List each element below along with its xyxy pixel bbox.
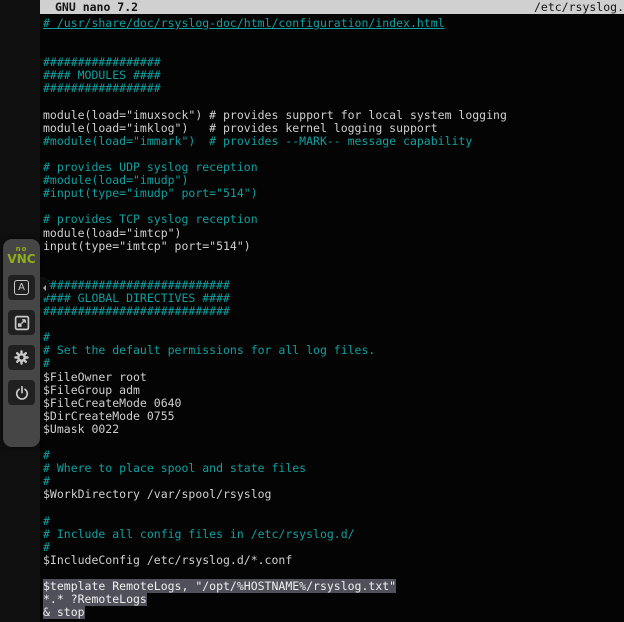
- editor-line: $Umask 0022: [43, 423, 624, 436]
- editor-line: input(type="imtcp" port="514"): [43, 240, 624, 253]
- editor-line: [43, 253, 624, 266]
- novnc-logo: no VNC: [7, 246, 35, 265]
- editor-line: & stop: [43, 606, 624, 619]
- novnc-logo-large: VNC: [7, 253, 35, 265]
- editor-line: # Set the default permissions for all lo…: [43, 344, 624, 357]
- editor-line: ###########################: [43, 305, 624, 318]
- nano-version: GNU nano 7.2: [40, 0, 138, 14]
- editor-line: $DirCreateMode 0755: [43, 410, 624, 423]
- editor-line: [43, 318, 624, 331]
- file-content[interactable]: # /usr/share/doc/rsyslog-doc/html/config…: [40, 14, 624, 619]
- editor-line: $IncludeConfig /etc/rsyslog.d/*.conf: [43, 554, 624, 567]
- extra-keys-button[interactable]: A: [8, 275, 35, 300]
- editor-line: #module(load="immark") # provides --MARK…: [43, 135, 624, 148]
- nano-titlebar: GNU nano 7.2 /etc/rsyslog.: [40, 0, 624, 14]
- settings-button[interactable]: [8, 345, 35, 370]
- editor-line: # /usr/share/doc/rsyslog-doc/html/config…: [43, 17, 624, 30]
- editor-line: # Include all config files in /etc/rsysl…: [43, 528, 624, 541]
- gear-icon: [13, 349, 30, 366]
- vnc-control-bar: no VNC A: [3, 239, 40, 447]
- power-button[interactable]: [8, 380, 35, 405]
- editor-line: *.* ?RemoteLogs: [43, 593, 624, 606]
- editor-line: [43, 30, 624, 43]
- nano-filename: /etc/rsyslog.: [534, 0, 624, 14]
- editor-line: [43, 501, 624, 514]
- keyboard-a-icon: A: [14, 280, 29, 295]
- editor-line: #input(type="imudp" port="514"): [43, 187, 624, 200]
- editor-line: $WorkDirectory /var/spool/rsyslog: [43, 488, 624, 501]
- desktop: GNU nano 7.2 /etc/rsyslog. # /usr/share/…: [0, 0, 624, 622]
- editor-line: # Where to place spool and state files: [43, 462, 624, 475]
- control-bar-handle[interactable]: [40, 277, 49, 298]
- collapse-arrow-icon: [40, 285, 46, 291]
- fullscreen-icon: [14, 315, 30, 331]
- fullscreen-button[interactable]: [8, 310, 35, 335]
- editor-line: #################: [43, 82, 624, 95]
- editor-line: [43, 436, 624, 449]
- terminal-window: GNU nano 7.2 /etc/rsyslog. # /usr/share/…: [40, 0, 624, 622]
- power-icon: [14, 385, 30, 401]
